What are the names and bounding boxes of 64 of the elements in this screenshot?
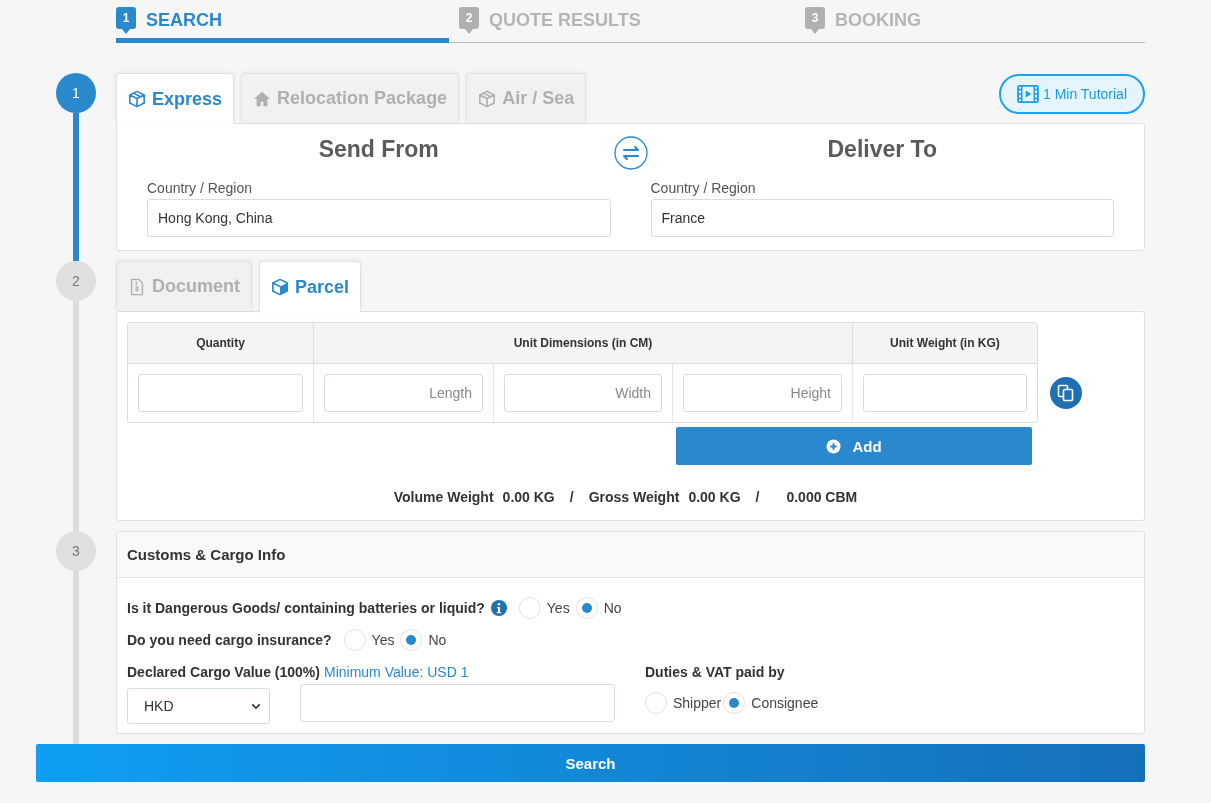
radio-button[interactable]: [400, 629, 423, 651]
step-circle: 1: [56, 73, 96, 113]
separator: /: [569, 489, 574, 505]
column-header: Unit Weight (in KG): [853, 323, 1037, 364]
copy-icon[interactable]: [1050, 376, 1082, 409]
column-header: Unit Dimensions (in CM): [314, 323, 853, 364]
info-icon[interactable]: [490, 600, 507, 616]
document-icon: [128, 277, 146, 296]
radio-button[interactable]: [645, 692, 667, 714]
plus-icon: [826, 438, 842, 454]
tutorial-button[interactable]: 1 Min Tutorial: [998, 74, 1145, 114]
house-icon: [253, 89, 272, 108]
total-label: Volume Weight: [393, 489, 494, 505]
option-label: No: [428, 632, 447, 648]
field-label: Country / Region: [650, 180, 757, 196]
separator: /: [755, 489, 760, 505]
option-label: Consignee: [751, 695, 819, 711]
total-value: 0.000 CBM: [786, 489, 858, 505]
service-tab[interactable]: Air / Sea: [466, 73, 587, 123]
dimension-field[interactable]: Width: [504, 374, 662, 412]
dimension-field[interactable]: Length: [324, 374, 483, 412]
step-circle: 3: [56, 531, 96, 571]
swap-icon[interactable]: [613, 136, 648, 170]
section-heading: Deliver To: [826, 136, 938, 163]
field-label: Declared Cargo Value (100%): [127, 664, 320, 680]
cargo-tab[interactable]: Parcel: [259, 261, 362, 312]
option-label: Shipper: [673, 695, 722, 711]
question-label: Is it Dangerous Goods/ containing batteries or liquid?: [127, 600, 485, 616]
cube-icon: [128, 90, 146, 108]
value-field[interactable]: [300, 684, 615, 722]
radio-button[interactable]: [723, 692, 746, 714]
minimum-value-link[interactable]: Minimum Value: USD 1: [324, 664, 469, 680]
chevron-icon: [251, 702, 261, 710]
dimension-field[interactable]: Height: [683, 374, 842, 412]
section-heading: Send From: [317, 136, 440, 163]
cube-icon: [478, 89, 497, 108]
step-circle: 2: [56, 261, 96, 301]
option-label: No: [603, 600, 622, 616]
option-label: Yes: [546, 600, 570, 616]
country-field[interactable]: Hong Kong, China: [147, 199, 611, 237]
total-label: Gross Weight: [588, 489, 680, 505]
quantity-field[interactable]: [138, 374, 303, 412]
service-tab[interactable]: Express: [116, 73, 235, 124]
service-tab[interactable]: Relocation Package: [241, 73, 460, 123]
radio-button[interactable]: [343, 629, 366, 651]
country-field[interactable]: France: [650, 199, 1114, 237]
column-header: Quantity: [128, 323, 314, 364]
radio-button[interactable]: [518, 597, 541, 619]
card-heading: Customs & Cargo Info: [117, 532, 1144, 578]
weight-field[interactable]: [863, 374, 1027, 412]
cube-icon: [271, 278, 289, 296]
search-button[interactable]: Search: [36, 744, 1145, 782]
film-icon: [1016, 85, 1039, 103]
question-label: Do you need cargo insurance?: [127, 632, 332, 648]
total-value: 0.00 KG: [688, 489, 741, 505]
field-label: Duties & VAT paid by: [645, 664, 786, 680]
total-value: 0.00 KG: [502, 489, 555, 505]
field-label: Country / Region: [147, 180, 254, 196]
option-label: Yes: [371, 632, 395, 648]
cargo-tab[interactable]: Document: [116, 261, 252, 311]
radio-button[interactable]: [575, 597, 598, 619]
add-button[interactable]: Add: [676, 427, 1032, 465]
currency-select[interactable]: HKD: [127, 688, 270, 724]
step-label[interactable]: SEARCH: [146, 9, 222, 31]
